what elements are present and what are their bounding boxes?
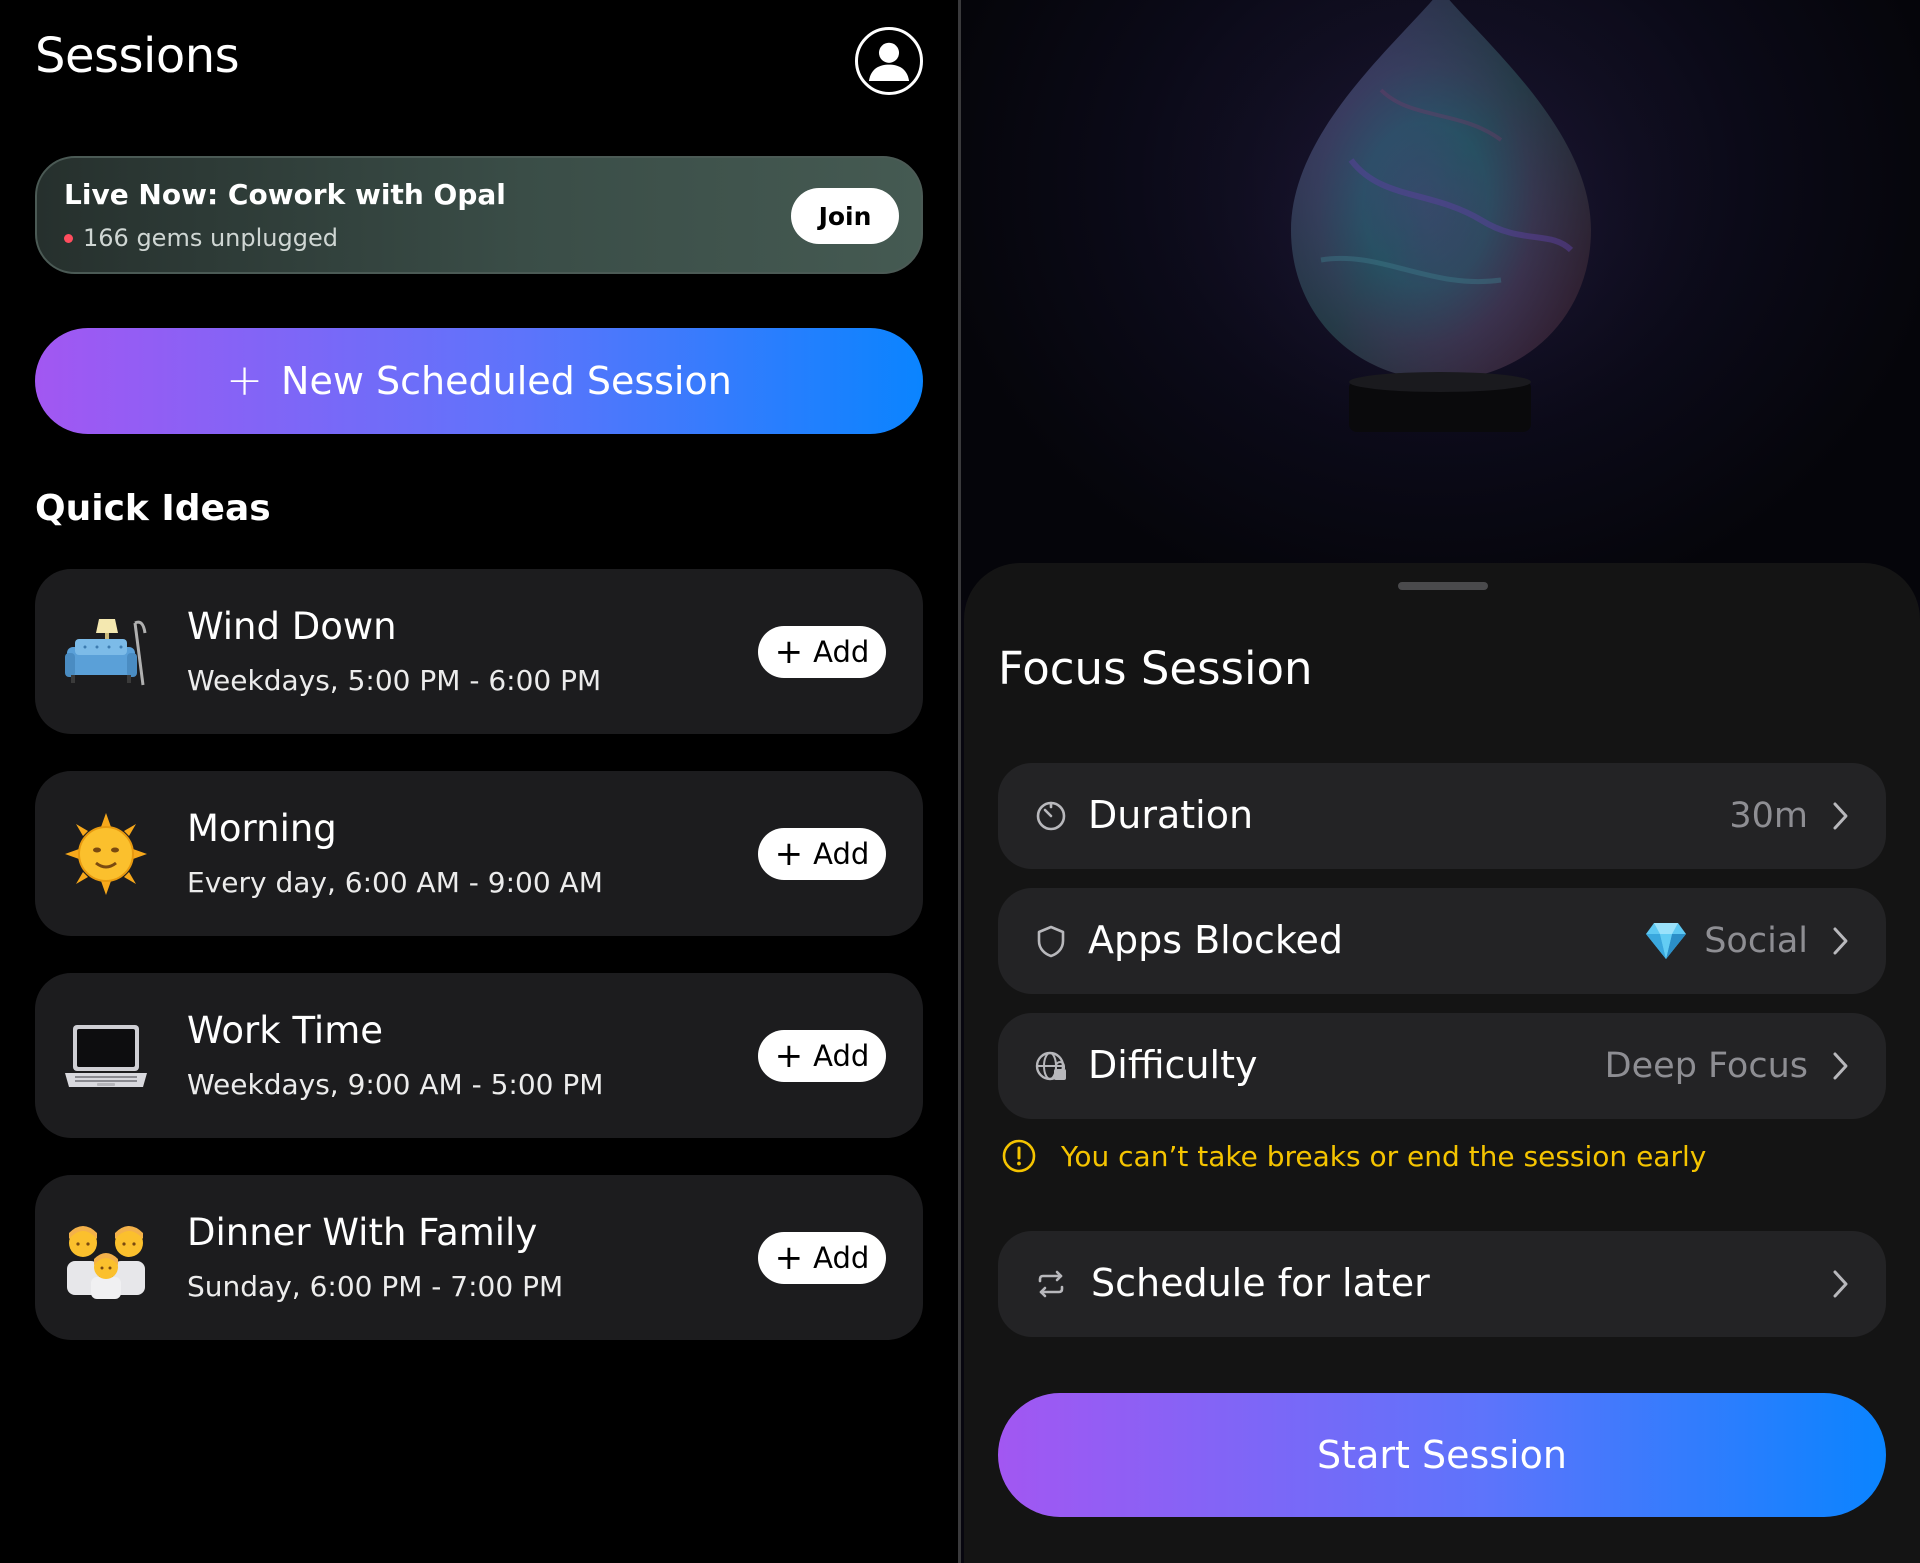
- quick-idea-card: Wind Down Weekdays, 5:00 PM - 6:00 PM + …: [35, 569, 923, 734]
- gem-icon: [1644, 921, 1688, 961]
- duration-label: Duration: [1088, 793, 1254, 837]
- quick-idea-name: Wind Down: [187, 605, 397, 648]
- focus-session-screen: Focus Session Duration 30m Apps Blocked …: [961, 0, 1920, 1563]
- duration-row[interactable]: Duration 30m: [998, 763, 1886, 869]
- add-quick-idea-button[interactable]: + Add: [758, 828, 886, 880]
- apps-blocked-row[interactable]: Apps Blocked Social: [998, 888, 1886, 994]
- quick-idea-schedule: Sunday, 6:00 PM - 7:00 PM: [187, 1270, 564, 1303]
- add-quick-idea-button[interactable]: + Add: [758, 1030, 886, 1082]
- add-label: Add: [813, 1241, 870, 1275]
- quick-idea-card: Work Time Weekdays, 9:00 AM - 5:00 PM + …: [35, 973, 923, 1138]
- quick-idea-card: Morning Every day, 6:00 AM - 9:00 AM + A…: [35, 771, 923, 936]
- chevron-right-icon: [1830, 1049, 1852, 1083]
- globe-lock-icon: [1034, 1049, 1068, 1083]
- person-icon: [868, 42, 910, 82]
- quick-idea-schedule: Every day, 6:00 AM - 9:00 AM: [187, 866, 603, 899]
- live-dot-icon: [64, 233, 73, 243]
- laptop-icon: [63, 1013, 149, 1099]
- couch-lamp-icon: [63, 609, 149, 695]
- timer-icon: [1034, 799, 1068, 833]
- apps-blocked-label: Apps Blocked: [1088, 918, 1344, 962]
- profile-button[interactable]: [855, 27, 923, 95]
- chevron-right-icon: [1830, 924, 1852, 958]
- sessions-screen: Sessions Live Now: Cowork with Opal 166 …: [0, 0, 958, 1563]
- plus-icon: +: [774, 1036, 804, 1076]
- add-label: Add: [813, 635, 870, 669]
- live-session-title: Live Now: Cowork with Opal: [64, 178, 506, 211]
- live-session-subtitle: 166 gems unplugged: [64, 224, 338, 252]
- chevron-right-icon: [1830, 1267, 1852, 1301]
- difficulty-label: Difficulty: [1088, 1043, 1258, 1087]
- apps-blocked-value-text: Social: [1704, 921, 1808, 961]
- gems-unplugged-count: 166 gems unplugged: [83, 224, 338, 252]
- apps-blocked-value: Social: [1644, 921, 1808, 961]
- difficulty-value: Deep Focus: [1604, 1046, 1808, 1086]
- focus-session-sheet: Focus Session Duration 30m Apps Blocked …: [964, 563, 1920, 1563]
- opal-gem-icon: [1141, 0, 1741, 490]
- quick-idea-name: Dinner With Family: [187, 1211, 538, 1254]
- quick-idea-card: Dinner With Family Sunday, 6:00 PM - 7:0…: [35, 1175, 923, 1340]
- duration-value: 30m: [1729, 796, 1808, 836]
- quick-idea-schedule: Weekdays, 5:00 PM - 6:00 PM: [187, 664, 602, 697]
- plus-icon: +: [226, 355, 264, 406]
- quick-idea-schedule: Weekdays, 9:00 AM - 5:00 PM: [187, 1068, 604, 1101]
- warning-text: You can’t take breaks or end the session…: [1061, 1139, 1707, 1173]
- schedule-for-later-label: Schedule for later: [1091, 1261, 1430, 1305]
- new-scheduled-session-button[interactable]: + New Scheduled Session: [35, 328, 923, 434]
- add-label: Add: [813, 837, 870, 871]
- warning-icon: [1001, 1138, 1037, 1174]
- plus-icon: +: [774, 632, 804, 672]
- sheet-title: Focus Session: [998, 642, 1313, 695]
- repeat-icon: [1034, 1267, 1068, 1301]
- quick-idea-name: Work Time: [187, 1009, 384, 1052]
- difficulty-warning: You can’t take breaks or end the session…: [1001, 1138, 1706, 1174]
- shield-icon: [1034, 924, 1068, 958]
- quick-ideas-heading: Quick Ideas: [35, 488, 271, 529]
- plus-icon: +: [774, 1238, 804, 1278]
- plus-icon: +: [774, 834, 804, 874]
- live-session-card[interactable]: Live Now: Cowork with Opal 166 gems unpl…: [35, 156, 923, 274]
- add-quick-idea-button[interactable]: + Add: [758, 1232, 886, 1284]
- schedule-for-later-row[interactable]: Schedule for later: [998, 1231, 1886, 1337]
- add-label: Add: [813, 1039, 870, 1073]
- page-title: Sessions: [35, 28, 240, 84]
- difficulty-row[interactable]: Difficulty Deep Focus: [998, 1013, 1886, 1119]
- add-quick-idea-button[interactable]: + Add: [758, 626, 886, 678]
- sheet-grabber-handle[interactable]: [1398, 582, 1488, 590]
- chevron-right-icon: [1830, 799, 1852, 833]
- start-session-button[interactable]: Start Session: [998, 1393, 1886, 1517]
- sun-face-icon: [63, 811, 149, 897]
- quick-idea-name: Morning: [187, 807, 337, 850]
- new-scheduled-session-label: New Scheduled Session: [281, 359, 732, 403]
- gem-hero-image: [961, 0, 1920, 600]
- family-icon: [63, 1215, 149, 1301]
- join-button[interactable]: Join: [791, 188, 899, 244]
